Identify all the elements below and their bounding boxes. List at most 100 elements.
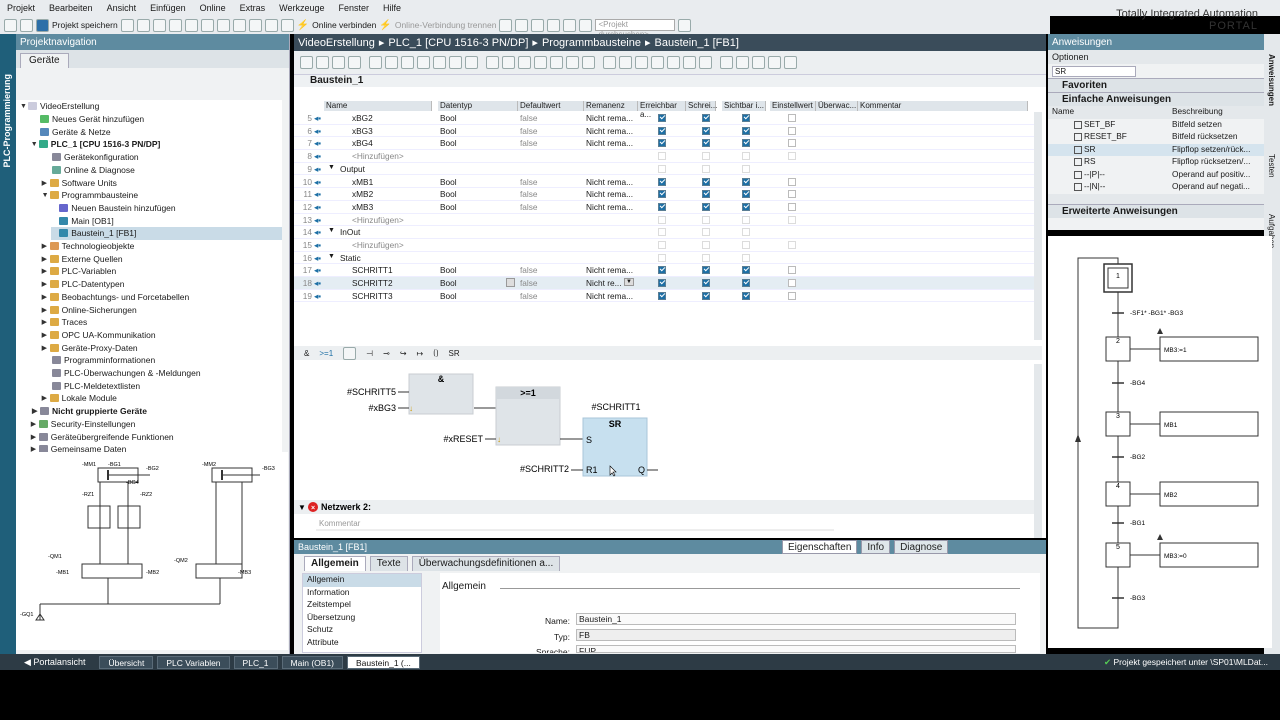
editor-tool-icon[interactable] [683,56,696,69]
fup-and-tool[interactable]: & [304,349,309,358]
var-name[interactable]: SCHRITT3 [352,291,393,301]
collapsed-arrow-icon[interactable]: ▶ [42,344,50,352]
breadcrumb-3[interactable]: Baustein_1 [FB1] [655,37,739,49]
instruction-item[interactable]: RESET_BF Bitfeld rücksetzen [1048,131,1264,144]
checkbox[interactable] [742,266,750,275]
tab-anweisungen[interactable]: Anweisungen [1267,54,1276,106]
tree-item[interactable]: Gerätekonfiguration [44,151,139,164]
editor-tool-icon[interactable] [332,56,345,69]
tree-item[interactable]: ▶ Software Units [42,176,117,189]
tree-item[interactable]: ▶ OPC UA-Kommunikation [42,329,156,342]
checkbox[interactable] [788,291,796,300]
column-header[interactable]: Überwac... [816,101,858,111]
undo-icon[interactable] [200,18,214,32]
checkbox[interactable] [658,228,666,237]
checkbox[interactable] [658,152,666,161]
menu-fenster[interactable]: Fenster [332,3,377,13]
checkbox[interactable] [702,291,710,300]
checkbox[interactable] [788,126,796,135]
checkbox[interactable] [658,164,666,173]
var-retain[interactable]: Nicht rema... [586,265,633,275]
var-retain[interactable]: Nicht rema... [586,177,633,187]
column-header[interactable]: Remanenz [584,101,638,111]
checkbox[interactable] [788,139,796,148]
tab-testen[interactable]: Testen [1267,154,1276,178]
tree-item[interactable]: ▶ Beobachtungs- und Forcetabellen [42,291,190,304]
checkbox[interactable] [658,139,666,148]
editor-tool-icon[interactable] [518,56,531,69]
editor-tool-icon[interactable] [635,56,648,69]
collapsed-arrow-icon[interactable]: ▶ [42,331,50,339]
table-scrollbar[interactable] [1034,112,1042,340]
tree-item[interactable]: ▶ Geräteübergreifende Funktionen [31,430,174,443]
breadcrumb-0[interactable]: VideoErstellung [298,37,375,49]
name-field[interactable]: Baustein_1 [576,613,1016,625]
editor-tool-icon[interactable] [465,56,478,69]
checkbox[interactable] [658,241,666,249]
checkbox[interactable] [702,279,710,288]
editor-tool-icon[interactable] [486,56,499,69]
var-default[interactable]: false [520,177,538,187]
fup-or-tool[interactable]: >=1 [319,349,333,358]
tree-item[interactable]: PLC-Meldetextlisten [44,379,140,392]
instructions-search-input[interactable]: SR [1052,66,1136,77]
breadcrumb-2[interactable]: Programmbausteine [542,37,641,49]
checkbox[interactable] [702,202,710,211]
fup-branch-tool-icon[interactable]: ↪ [400,349,407,358]
menu-online[interactable]: Online [193,3,233,13]
table-row[interactable]: 12 ◂▪ xMB3 Bool false Nicht rema... [294,201,1042,214]
checkbox[interactable] [702,215,710,224]
checkbox[interactable] [742,215,750,224]
checkbox[interactable] [742,190,750,199]
download-icon[interactable] [248,18,262,32]
checkbox[interactable] [742,291,750,300]
editor-tool-icon[interactable] [667,56,680,69]
var-default[interactable]: false [520,202,538,212]
expanded-arrow-icon[interactable]: ▼ [20,103,28,110]
checkbox[interactable] [702,228,710,237]
tab-allgemein[interactable]: Allgemein [304,556,366,571]
checkbox[interactable] [788,177,796,186]
print-icon[interactable] [120,18,134,32]
editor-tool-icon[interactable] [784,56,797,69]
tree-item[interactable]: ▶ Lokale Module [42,392,117,405]
editor-tool-icon[interactable] [582,56,595,69]
table-row[interactable]: 19 ◂▪ SCHRITT3 Bool false Nicht rema... [294,290,1042,303]
fup-scrollbar[interactable] [1034,364,1042,538]
checkbox[interactable] [702,114,710,122]
checkbox[interactable] [702,164,710,173]
table-row[interactable]: 13 ◂▪ <Hinzufügen> [294,214,1042,227]
var-default[interactable]: false [520,126,538,136]
var-retain[interactable]: Nicht rema... [586,138,633,148]
tree-item[interactable]: PLC-Überwachungen & -Meldungen [44,367,201,380]
checkbox[interactable] [788,279,796,288]
table-row[interactable]: 10 ◂▪ xMB1 Bool false Nicht rema... [294,176,1042,189]
online-connect-button[interactable]: ⚡ Online verbinden [297,20,377,31]
editor-tool-icon[interactable] [619,56,632,69]
tree-item[interactable]: ▶ Geräte-Proxy-Daten [42,341,138,354]
checkbox[interactable] [702,241,710,249]
var-retain[interactable]: Nicht rema... [586,126,633,136]
instruction-item[interactable]: --|N|-- Operand auf negati... [1048,181,1264,194]
fup-box-tool-icon[interactable] [343,346,357,360]
tree-item[interactable]: ▶ Nicht gruppierte Geräte [32,405,147,418]
tree-item[interactable]: Baustein_1 [FB1] [51,227,282,240]
var-name[interactable]: xBG2 [352,113,373,123]
var-name[interactable]: xMB2 [352,189,373,199]
project-search-input[interactable]: <Projekt durchsuchen> [595,19,676,39]
var-type[interactable]: Bool [440,189,457,199]
editor-tool-icon[interactable] [417,56,430,69]
editor-tool-icon[interactable] [768,56,781,69]
tree-item[interactable]: Online & Diagnose [44,164,135,177]
portal-view-button[interactable]: ◀ Portalansicht [0,657,95,668]
checkbox[interactable] [742,177,750,186]
var-name[interactable]: xMB3 [352,202,373,212]
column-header[interactable]: Kommentar [858,101,1028,111]
editor-tool-icon[interactable] [502,56,515,69]
tree-item[interactable]: ▶ Externe Quellen [42,252,123,265]
editor-tool-icon[interactable] [348,56,361,69]
paste-icon[interactable] [168,18,182,32]
instruction-item[interactable]: SET_BF Bitfeld setzen [1048,119,1264,132]
checkbox[interactable] [742,152,750,161]
editor-tool-icon[interactable] [566,56,579,69]
